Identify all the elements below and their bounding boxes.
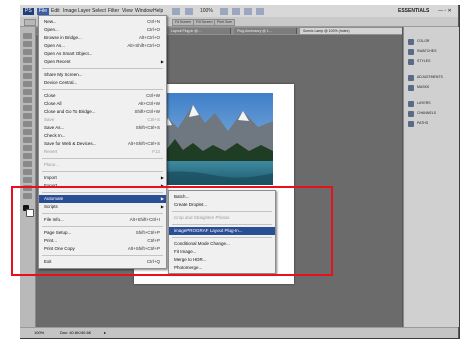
stamp-tool-icon[interactable]: [23, 97, 32, 103]
menu-item-revert[interactable]: Revert F12: [39, 148, 166, 156]
menu-item-open-as[interactable]: Open As... Alt+Shift+Ctrl+O: [39, 42, 166, 50]
menu-item-new[interactable]: New... Ctrl+N: [39, 18, 166, 26]
menu-item-browse-in-bridge[interactable]: Browse in Bridge... Alt+Ctrl+O: [39, 34, 166, 42]
color-panel-icon: [408, 39, 414, 45]
status-menu-arrow-icon[interactable]: ▸: [104, 330, 106, 335]
panel-paths[interactable]: PATHS: [406, 119, 457, 129]
status-zoom[interactable]: 100%: [34, 330, 44, 335]
menu-view[interactable]: View: [122, 8, 133, 15]
mini-bridge-icon[interactable]: [185, 8, 193, 15]
menu-layer[interactable]: Layer: [78, 8, 91, 15]
brush-tool-icon[interactable]: [23, 89, 32, 95]
marquee-tool-icon[interactable]: [23, 41, 32, 47]
menu-window[interactable]: Window: [135, 8, 153, 15]
menu-separator: [42, 171, 163, 172]
menu-separator: [42, 89, 163, 90]
menu-select[interactable]: Select: [92, 8, 106, 15]
lasso-tool-icon[interactable]: [23, 49, 32, 55]
adjustments-panel-icon: [408, 75, 414, 81]
menu-item-close-all[interactable]: Close All Alt+Ctrl+W: [39, 100, 166, 108]
status-bar: 100% Doc: 40.6K/40.6K ▸: [20, 327, 458, 338]
pen-tool-icon[interactable]: [23, 145, 32, 151]
channels-panel-icon: [408, 111, 414, 117]
workspace-switcher[interactable]: ESSENTIALS: [398, 8, 429, 15]
menu-item-save-as[interactable]: Save As... Shift+Ctrl+S: [39, 124, 166, 132]
document-tab[interactable]: Layout Plug-in @...: [168, 28, 231, 34]
panel-color[interactable]: COLOR: [406, 37, 457, 47]
rotate-view-icon[interactable]: [232, 8, 240, 15]
document-tab[interactable]: Plug-Accessory @ 1...: [234, 28, 297, 34]
landscape-photo: [153, 93, 273, 185]
fill-screen-button[interactable]: Fill Screen: [193, 19, 216, 26]
type-tool-icon[interactable]: [23, 153, 32, 159]
paths-panel-icon: [408, 121, 414, 127]
bridge-icon[interactable]: [172, 8, 180, 15]
healing-tool-icon[interactable]: [23, 81, 32, 87]
menu-help[interactable]: Help: [153, 8, 163, 15]
panel-swatches[interactable]: SWATCHES: [406, 47, 457, 57]
ps-logo: PS: [23, 8, 34, 15]
print-size-button[interactable]: Print Size: [214, 19, 235, 26]
menu-item-check-in[interactable]: Check In...: [39, 132, 166, 140]
document-tab-active[interactable]: Scenic Lamp @ 100% (Index): [300, 28, 403, 34]
menu-item-open-as-smart-object[interactable]: Open As Smart Object...: [39, 50, 166, 58]
screen-mode-icon[interactable]: [256, 8, 264, 15]
eraser-tool-icon[interactable]: [23, 113, 32, 119]
menu-file[interactable]: File: [37, 8, 50, 15]
path-select-tool-icon[interactable]: [23, 161, 32, 167]
toolbox: [20, 27, 36, 327]
menu-filter[interactable]: Filter: [108, 8, 119, 15]
menu-item-share-my-screen[interactable]: Share My Screen...: [39, 71, 166, 79]
panel-dock: COLOR SWATCHES STYLES ADJUSTMENTS MASKS …: [403, 27, 459, 327]
dodge-tool-icon[interactable]: [23, 137, 32, 143]
crop-tool-icon[interactable]: [23, 65, 32, 71]
panel-layers[interactable]: LAYERS: [406, 99, 457, 109]
zoom-tool-icon[interactable]: [24, 19, 36, 26]
menu-item-place[interactable]: Place...: [39, 161, 166, 169]
menu-item-import[interactable]: Import ▶: [39, 174, 166, 182]
panel-adjustments[interactable]: ADJUSTMENTS: [406, 73, 457, 83]
quick-select-tool-icon[interactable]: [23, 57, 32, 63]
window-controls-icon[interactable]: — ▫ ✕: [438, 8, 452, 15]
hand-tool-icon[interactable]: [220, 8, 228, 15]
submenu-arrow-icon: ▶: [160, 59, 164, 64]
layers-panel-icon: [408, 101, 414, 107]
menu-separator: [42, 68, 163, 69]
fit-screen-button[interactable]: Fit Screen: [172, 19, 194, 26]
menu-item-device-central[interactable]: Device Central...: [39, 79, 166, 87]
shape-tool-icon[interactable]: [23, 169, 32, 175]
menu-item-save[interactable]: Save Ctrl+S: [39, 116, 166, 124]
status-doc-size: Doc: 40.6K/40.6K: [60, 330, 92, 335]
blur-tool-icon[interactable]: [23, 129, 32, 135]
mountain-lake-image: [153, 93, 273, 185]
move-tool-icon[interactable]: [23, 33, 32, 39]
eyedropper-tool-icon[interactable]: [23, 73, 32, 79]
panel-masks[interactable]: MASKS: [406, 83, 457, 93]
highlight-callout-box: [11, 186, 333, 276]
styles-panel-icon: [408, 59, 414, 65]
swatches-panel-icon: [408, 49, 414, 55]
menu-item-close-and-go-to-bridge[interactable]: Close and Go To Bridge... Shift+Ctrl+W: [39, 108, 166, 116]
gradient-tool-icon[interactable]: [23, 121, 32, 127]
zoom-level[interactable]: 100%: [200, 8, 213, 15]
panel-channels[interactable]: CHANNELS: [406, 109, 457, 119]
menu-edit[interactable]: Edit: [51, 8, 60, 15]
3d-tool-icon[interactable]: [23, 177, 32, 183]
masks-panel-icon: [408, 85, 414, 91]
menu-item-close[interactable]: Close Ctrl+W: [39, 92, 166, 100]
menu-item-save-for-web[interactable]: Save for Web & Devices... Alt+Shift+Ctrl+…: [39, 140, 166, 148]
submenu-arrow-icon: ▶: [160, 175, 164, 180]
menu-image[interactable]: Image: [63, 8, 77, 15]
menu-separator: [42, 158, 163, 159]
panel-styles[interactable]: STYLES: [406, 57, 457, 67]
arrange-documents-icon[interactable]: [244, 8, 252, 15]
menu-item-open[interactable]: Open... Ctrl+O: [39, 26, 166, 34]
menu-item-open-recent[interactable]: Open Recent ▶: [39, 58, 166, 66]
history-brush-tool-icon[interactable]: [23, 105, 32, 111]
